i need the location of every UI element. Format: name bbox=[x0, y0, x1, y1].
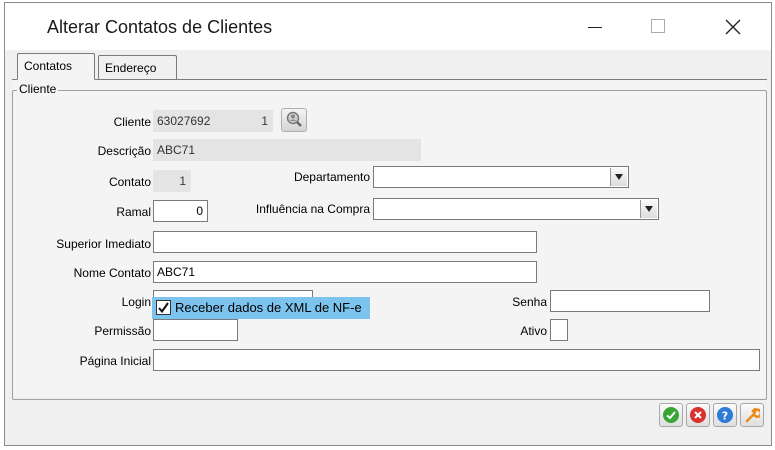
help-icon: ? bbox=[717, 407, 733, 423]
descricao-field: ABC71 bbox=[153, 139, 421, 161]
confirm-button[interactable] bbox=[659, 403, 683, 427]
group-label: Cliente bbox=[17, 82, 59, 96]
descricao-label: Descrição bbox=[97, 144, 151, 158]
tab-contatos[interactable]: Contatos bbox=[17, 53, 95, 80]
dialog-window: Alterar Contatos de Clientes Contatos En… bbox=[4, 2, 772, 446]
departamento-label: Departamento bbox=[293, 170, 370, 184]
chevron-down-icon[interactable] bbox=[610, 168, 627, 186]
ramal-label: Ramal bbox=[116, 205, 151, 219]
check-icon bbox=[663, 407, 679, 423]
contato-field: 1 bbox=[153, 170, 191, 192]
x-circle-icon bbox=[690, 407, 706, 423]
cliente-index-field: 1 bbox=[233, 110, 273, 132]
minimize-button[interactable] bbox=[572, 3, 618, 50]
receber-xml-checkbox[interactable] bbox=[156, 300, 171, 315]
checkmark-icon bbox=[158, 302, 169, 314]
ramal-field[interactable]: 0 bbox=[153, 200, 208, 222]
influencia-select[interactable] bbox=[373, 198, 659, 220]
svg-text:?: ? bbox=[722, 410, 728, 423]
cancel-button[interactable] bbox=[686, 403, 710, 427]
receber-xml-checkbox-row[interactable]: Receber dados de XML de NF-e bbox=[152, 297, 370, 319]
pagina-inicial-label: Página Inicial bbox=[79, 354, 151, 368]
cliente-label: Cliente bbox=[113, 115, 151, 129]
close-button[interactable] bbox=[710, 3, 756, 50]
search-person-icon bbox=[286, 111, 302, 127]
pagina-inicial-field[interactable] bbox=[153, 349, 760, 371]
superior-label: Superior Imediato bbox=[56, 237, 151, 251]
window-title: Alterar Contatos de Clientes bbox=[47, 17, 273, 37]
tab-panel: Cliente Cliente 63027692 1 Descrição ABC… bbox=[12, 79, 767, 400]
superior-field[interactable] bbox=[153, 231, 537, 253]
permissao-label: Permissão bbox=[94, 324, 151, 338]
cliente-code-field: 63027692 bbox=[153, 110, 233, 132]
departamento-select[interactable] bbox=[373, 166, 629, 188]
senha-field[interactable] bbox=[550, 290, 710, 312]
maximize-button[interactable] bbox=[634, 3, 680, 50]
senha-label: Senha bbox=[512, 295, 547, 309]
permissao-field[interactable] bbox=[153, 319, 238, 341]
chevron-down-icon[interactable] bbox=[640, 200, 657, 218]
ativo-label: Ativo bbox=[520, 324, 547, 338]
title-bar: Alterar Contatos de Clientes bbox=[5, 3, 771, 50]
login-label: Login bbox=[121, 295, 151, 309]
nome-contato-label: Nome Contato bbox=[73, 266, 151, 280]
contato-label: Contato bbox=[108, 175, 151, 189]
ativo-field[interactable] bbox=[550, 319, 568, 341]
wrench-icon bbox=[744, 407, 763, 423]
nome-contato-field[interactable]: ABC71 bbox=[153, 261, 537, 283]
close-icon bbox=[725, 19, 741, 35]
tab-endereco[interactable]: Endereço bbox=[98, 55, 177, 80]
tools-button[interactable] bbox=[740, 403, 764, 427]
help-button[interactable]: ? bbox=[713, 403, 737, 427]
cliente-group: Cliente Cliente 63027692 1 Descrição ABC… bbox=[12, 82, 767, 400]
influencia-label: Influência na Compra bbox=[255, 202, 370, 216]
cliente-search-button[interactable] bbox=[281, 108, 307, 132]
receber-xml-label: Receber dados de XML de NF-e bbox=[175, 300, 362, 315]
